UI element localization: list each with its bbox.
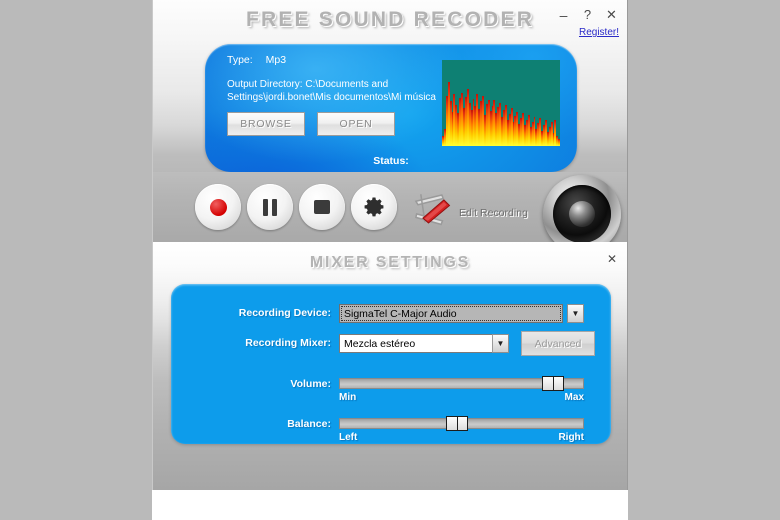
main-window: FREE SOUND RECODER – ? ✕ Register! Type:… bbox=[152, 0, 628, 253]
gear-icon bbox=[364, 197, 384, 217]
balance-slider-thumb[interactable] bbox=[446, 416, 468, 431]
spectrum-visualizer bbox=[442, 60, 560, 146]
volume-slider-thumb[interactable] bbox=[542, 376, 564, 391]
file-type-row: Type: Mp3 bbox=[227, 54, 447, 66]
register-link[interactable]: Register! bbox=[579, 27, 619, 38]
output-info-text: Type: Mp3 Output Directory: C:\Documents… bbox=[227, 54, 447, 104]
browse-button[interactable]: BROWSE bbox=[227, 112, 305, 136]
volume-max-label: Max bbox=[564, 392, 584, 403]
volume-range-labels: Min Max bbox=[339, 392, 584, 403]
transport-bar: Edit Recording bbox=[153, 172, 627, 253]
chevron-down-icon[interactable]: ▼ bbox=[492, 334, 509, 353]
recording-device-label: Recording Device: bbox=[238, 307, 331, 319]
recording-mixer-value: Mezcla estéreo bbox=[339, 334, 492, 353]
stop-button[interactable] bbox=[299, 184, 345, 230]
balance-slider[interactable] bbox=[339, 416, 584, 431]
recording-mixer-label: Recording Mixer: bbox=[245, 337, 331, 349]
minimize-icon[interactable]: – bbox=[556, 4, 571, 24]
balance-label: Balance: bbox=[287, 418, 331, 430]
volume-label: Volume: bbox=[290, 378, 331, 390]
advanced-button[interactable]: Advanced bbox=[521, 331, 595, 356]
title-bar: FREE SOUND RECODER – ? ✕ Register! bbox=[153, 0, 627, 42]
volume-slider[interactable] bbox=[339, 376, 584, 391]
record-button[interactable] bbox=[195, 184, 241, 230]
speaker-cone bbox=[553, 185, 611, 243]
pause-icon bbox=[263, 198, 277, 216]
open-button[interactable]: OPEN bbox=[317, 112, 395, 136]
bottom-strip bbox=[152, 490, 628, 520]
screen: FREE SOUND RECODER – ? ✕ Register! Type:… bbox=[0, 0, 780, 520]
status-label: Status: bbox=[373, 155, 409, 167]
balance-right-label: Right bbox=[558, 432, 584, 443]
file-type-label: Type: bbox=[227, 54, 253, 66]
edit-recording-label[interactable]: Edit Recording bbox=[459, 207, 528, 219]
recording-device-value: SigmaTel C-Major Audio bbox=[339, 304, 563, 323]
pause-button[interactable] bbox=[247, 184, 293, 230]
file-type-value: Mp3 bbox=[265, 54, 287, 66]
output-directory-row: Output Directory: C:\Documents and Setti… bbox=[227, 78, 447, 104]
mixer-settings-window: MIXER SETTINGS ✕ Recording Device: Sigma… bbox=[152, 242, 628, 490]
settings-button[interactable] bbox=[351, 184, 397, 230]
speaker-dome bbox=[569, 201, 595, 227]
chevron-down-icon[interactable]: ▼ bbox=[567, 304, 584, 323]
swiss-knife-icon[interactable] bbox=[411, 190, 453, 228]
record-icon bbox=[209, 198, 227, 216]
balance-range-labels: Left Right bbox=[339, 432, 584, 443]
output-info-panel: Type: Mp3 Output Directory: C:\Documents… bbox=[205, 44, 577, 172]
recording-device-select[interactable]: SigmaTel C-Major Audio ▼ bbox=[339, 304, 584, 323]
mixer-close-icon[interactable]: ✕ bbox=[607, 252, 617, 266]
stop-icon bbox=[314, 200, 330, 214]
balance-left-label: Left bbox=[339, 432, 358, 443]
volume-min-label: Min bbox=[339, 392, 357, 403]
close-icon[interactable]: ✕ bbox=[604, 6, 619, 22]
window-controls: – ? ✕ bbox=[556, 4, 619, 24]
mixer-panel: Recording Device: SigmaTel C-Major Audio… bbox=[171, 284, 611, 444]
help-icon[interactable]: ? bbox=[580, 6, 595, 22]
mixer-title: MIXER SETTINGS bbox=[309, 254, 471, 271]
directory-buttons: BROWSE OPEN bbox=[227, 112, 395, 136]
spectrum-bar bbox=[558, 139, 560, 146]
recording-mixer-select[interactable]: Mezcla estéreo ▼ bbox=[339, 334, 509, 353]
output-directory-label: Output Directory: bbox=[227, 79, 303, 90]
